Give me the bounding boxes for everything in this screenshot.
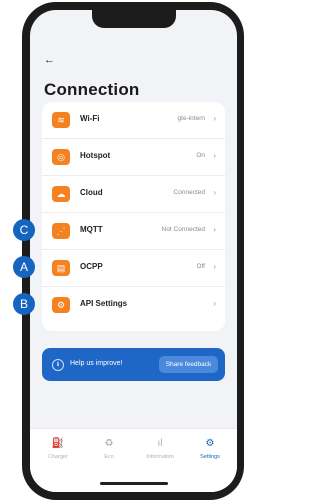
tab-label: Charger [48, 454, 68, 460]
tab-settings[interactable]: ⚙ Settings [186, 437, 234, 460]
api-settings-icon: ⚙ [52, 297, 70, 313]
notch [92, 10, 176, 28]
eco-icon: ♻ [104, 438, 114, 449]
row-label: MQTT [80, 225, 103, 234]
wifi-icon: ≋ [52, 112, 70, 128]
chevron-right-icon: › [213, 225, 216, 234]
share-feedback-button[interactable]: Share feedback [159, 356, 218, 373]
hotspot-icon: ◎ [52, 149, 70, 165]
annotation-badge-c: C [13, 219, 35, 241]
ocpp-icon: ▤ [52, 260, 70, 276]
row-value: gte-intern [177, 115, 205, 122]
row-label: Wi-Fi [80, 114, 100, 123]
info-icon: ℹ [52, 359, 64, 371]
tab-label: Settings [200, 454, 220, 460]
tab-label: Information [146, 454, 174, 460]
home-indicator [100, 482, 168, 485]
row-label: OCPP [80, 262, 103, 271]
chevron-right-icon: › [213, 262, 216, 271]
app-screen: ← Connection ≋ Wi-Fi gte-intern › ◎ Hots… [30, 10, 237, 492]
back-arrow-icon[interactable]: ← [44, 54, 55, 66]
page-title: Connection [44, 80, 140, 99]
feedback-banner: ℹ Help us improve! Share feedback [42, 348, 225, 381]
settings-icon: ⚙ [205, 438, 215, 449]
tab-label: Eco [104, 454, 114, 460]
row-ocpp[interactable]: ▤ OCPP Off › [42, 250, 225, 287]
row-value: Off [196, 263, 205, 270]
row-mqtt[interactable]: ⋰ MQTT Not Connected › [42, 213, 225, 250]
row-hotspot[interactable]: ◎ Hotspot On › [42, 139, 225, 176]
row-value: Connected [173, 189, 205, 196]
row-label: Hotspot [80, 151, 111, 160]
row-wifi[interactable]: ≋ Wi-Fi gte-intern › [42, 102, 225, 139]
row-api-settings[interactable]: ⚙ API Settings › [42, 287, 225, 323]
annotation-badge-b: B [13, 293, 35, 315]
connection-list: ≋ Wi-Fi gte-intern › ◎ Hotspot On › ☁ Cl… [42, 102, 225, 331]
chevron-right-icon: › [213, 151, 216, 160]
row-label: Cloud [80, 188, 103, 197]
mqtt-icon: ⋰ [52, 223, 70, 239]
banner-text: Help us improve! [70, 360, 123, 367]
information-icon: ıl [157, 438, 163, 449]
row-label: API Settings [80, 299, 128, 308]
tab-information[interactable]: ıl Information [136, 437, 184, 460]
annotation-badge-a: A [13, 256, 35, 278]
row-value: On [196, 152, 205, 159]
chevron-right-icon: › [213, 188, 216, 197]
cloud-icon: ☁ [52, 186, 70, 202]
chevron-right-icon: › [213, 114, 216, 123]
row-cloud[interactable]: ☁ Cloud Connected › [42, 176, 225, 213]
chevron-right-icon: › [213, 299, 216, 308]
tab-charger[interactable]: ⛽ Charger [34, 437, 82, 460]
charger-icon: ⛽ [51, 438, 65, 449]
row-value: Not Connected [161, 226, 205, 233]
tab-eco[interactable]: ♻ Eco [85, 437, 133, 460]
